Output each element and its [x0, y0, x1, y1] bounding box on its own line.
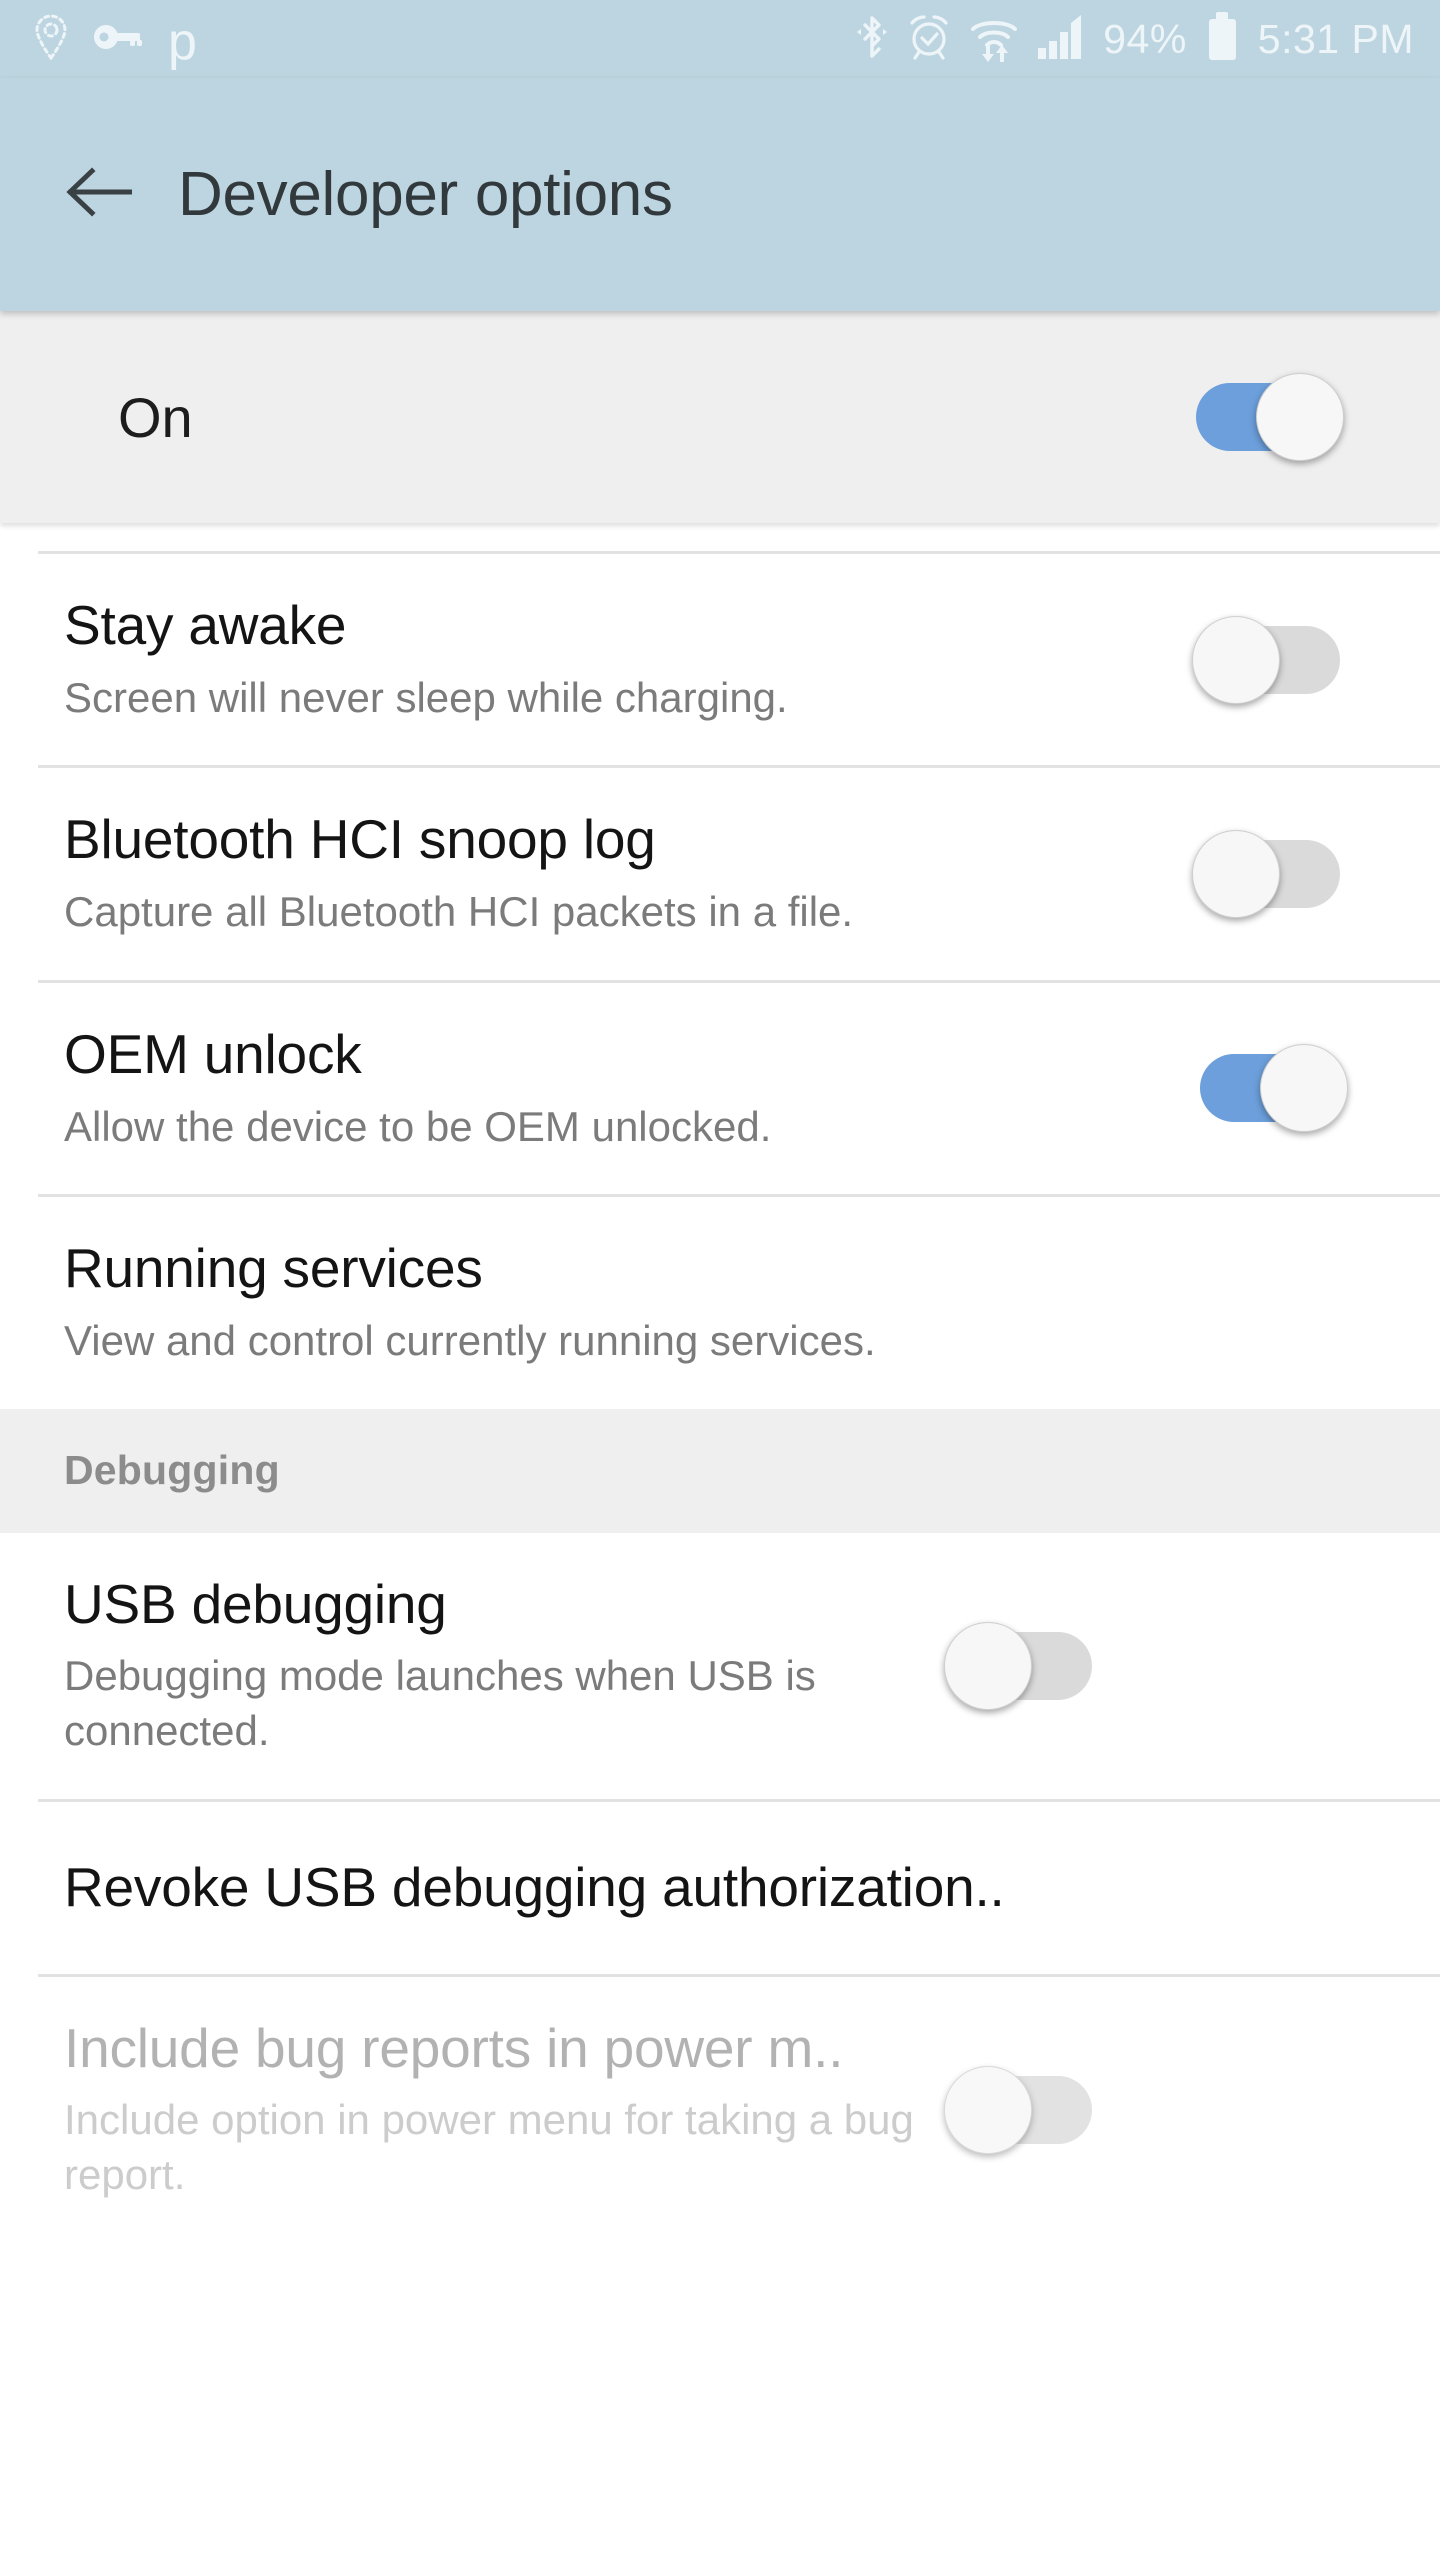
- row-text: Revoke USB debugging authorization..: [64, 1856, 1348, 1920]
- settings-row-bluetooth-hci-snoop-log[interactable]: Bluetooth HCI snoop log Capture all Blue…: [0, 768, 1440, 980]
- switch-thumb: [1256, 373, 1344, 461]
- app-bar: Developer options: [0, 78, 1440, 311]
- oem-unlock-toggle[interactable]: [1192, 1042, 1348, 1134]
- switch-thumb: [944, 2065, 1032, 2154]
- switch-thumb: [944, 1621, 1032, 1710]
- master-switch-label: On: [118, 385, 193, 449]
- row-text: Stay awake Screen will never sleep while…: [64, 594, 1192, 725]
- row-text: Bluetooth HCI snoop log Capture all Blue…: [64, 808, 1192, 939]
- row-text: OEM unlock Allow the device to be OEM un…: [64, 1023, 1192, 1154]
- clock-label: 5:31 PM: [1257, 15, 1414, 62]
- settings-row-revoke-usb-debugging-authorization[interactable]: Revoke USB debugging authorization..: [0, 1801, 1440, 1974]
- back-button[interactable]: [62, 158, 136, 232]
- settings-row-running-services[interactable]: Running services View and control curren…: [0, 1197, 1440, 1409]
- row-text: USB debugging Debugging mode launches wh…: [64, 1573, 944, 1759]
- row-title: Running services: [64, 1237, 483, 1300]
- stay-awake-toggle[interactable]: [1192, 614, 1348, 706]
- wifi-transfer-icon: [969, 12, 1019, 67]
- row-summary: Capture all Bluetooth HCI packets in a f…: [64, 888, 854, 936]
- row-title: Stay awake: [64, 594, 347, 656]
- row-summary: Screen will never sleep while charging.: [64, 673, 788, 721]
- status-bar-left-icons: p: [34, 12, 197, 71]
- bluetooth-icon: [855, 13, 889, 66]
- row-title: Bluetooth HCI snoop log: [64, 808, 656, 871]
- status-bar-right-icons: 94% 5:31 PM: [855, 12, 1414, 67]
- arrow-left-icon: [66, 166, 133, 223]
- row-summary: Include option in power menu for taking …: [64, 2096, 914, 2198]
- alarm-clock-icon: [907, 13, 951, 66]
- section-header-debugging: Debugging: [0, 1408, 1440, 1533]
- settings-row-oem-unlock[interactable]: OEM unlock Allow the device to be OEM un…: [0, 982, 1440, 1195]
- settings-row-stay-awake[interactable]: Stay awake Screen will never sleep while…: [0, 554, 1440, 766]
- row-summary: Debugging mode launches when USB is conn…: [64, 1652, 816, 1754]
- bluetooth-hci-snoop-log-toggle[interactable]: [1192, 828, 1348, 920]
- battery-icon: [1208, 18, 1236, 60]
- settings-row-usb-debugging[interactable]: USB debugging Debugging mode launches wh…: [0, 1532, 1440, 1799]
- vpn-key-icon: [94, 23, 142, 56]
- status-bar: p 94% 5:31 PM: [0, 0, 1440, 78]
- row-title: Revoke USB debugging authorization..: [64, 1855, 1005, 1918]
- master-switch-toggle[interactable]: [1188, 371, 1344, 463]
- row-title: USB debugging: [64, 1572, 447, 1635]
- row-title: Include bug reports in power m..: [64, 2016, 844, 2079]
- app-p-icon: p: [168, 12, 197, 71]
- settings-row-include-bug-reports-in-power-menu[interactable]: Include bug reports in power m.. Include…: [0, 1976, 1440, 2203]
- page-title: Developer options: [178, 160, 673, 229]
- section-header-label: Debugging: [64, 1447, 280, 1494]
- switch-thumb: [1260, 1044, 1348, 1133]
- developer-options-master-row[interactable]: On: [0, 311, 1440, 523]
- usb-debugging-toggle[interactable]: [944, 1620, 1100, 1712]
- include-bug-reports-toggle[interactable]: [944, 2064, 1100, 2156]
- switch-thumb: [1192, 830, 1280, 919]
- cellular-signal-icon: [1037, 14, 1085, 64]
- row-text: Include bug reports in power m.. Include…: [64, 2017, 944, 2203]
- settings-list: Stay awake Screen will never sleep while…: [0, 551, 1440, 2203]
- row-text: Running services View and control curren…: [64, 1237, 1348, 1368]
- switch-thumb: [1192, 615, 1280, 704]
- row-summary: View and control currently running servi…: [64, 1316, 876, 1364]
- location-pin-icon: [34, 14, 68, 65]
- row-title: OEM unlock: [64, 1022, 362, 1085]
- row-summary: Allow the device to be OEM unlocked.: [64, 1102, 772, 1150]
- battery-percent-label: 94%: [1103, 15, 1187, 62]
